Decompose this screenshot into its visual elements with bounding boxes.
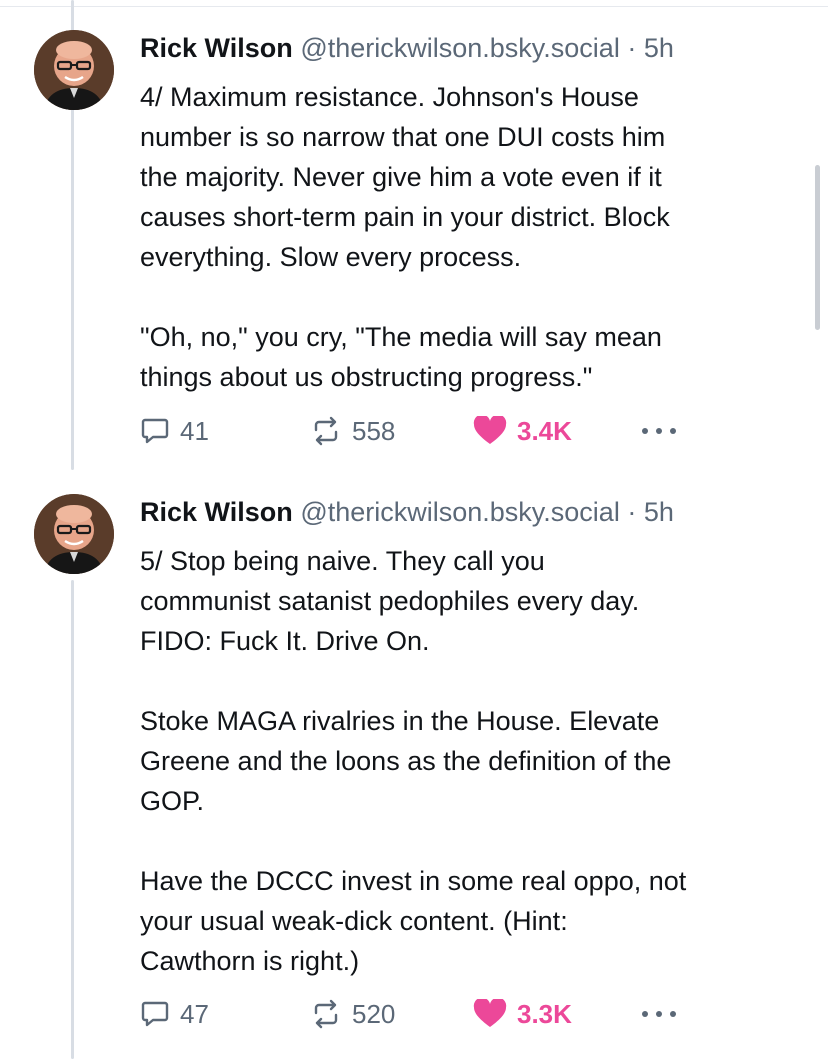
timestamp[interactable]: 5h bbox=[644, 33, 674, 63]
repost-button[interactable]: 520 bbox=[310, 996, 395, 1032]
like-count: 3.4K bbox=[517, 415, 572, 446]
like-count: 3.3K bbox=[517, 998, 572, 1029]
avatar[interactable] bbox=[34, 494, 114, 574]
reply-count: 47 bbox=[180, 998, 209, 1029]
author-handle[interactable]: @therickwilson.bsky.social bbox=[300, 497, 620, 527]
reply-button[interactable]: 41 bbox=[140, 413, 209, 449]
more-button[interactable] bbox=[640, 413, 678, 449]
repost-icon bbox=[314, 416, 338, 446]
post-header: Rick Wilson @therickwilson.bsky.social ·… bbox=[140, 495, 674, 529]
heart-icon bbox=[473, 416, 507, 444]
repost-count: 520 bbox=[352, 998, 396, 1029]
post-header: Rick Wilson @therickwilson.bsky.social ·… bbox=[140, 31, 674, 65]
thread-line bbox=[71, 580, 74, 1059]
scrollbar[interactable] bbox=[815, 165, 820, 330]
repost-icon bbox=[314, 999, 338, 1029]
timestamp[interactable]: 5h bbox=[644, 497, 674, 527]
reply-button[interactable]: 47 bbox=[140, 996, 209, 1032]
author-name[interactable]: Rick Wilson bbox=[140, 497, 293, 527]
repost-button[interactable]: 558 bbox=[310, 413, 395, 449]
author-name[interactable]: Rick Wilson bbox=[140, 33, 293, 63]
more-button[interactable] bbox=[640, 996, 678, 1032]
heart-icon bbox=[473, 999, 507, 1027]
more-icon bbox=[642, 1011, 676, 1017]
comment-icon bbox=[141, 1001, 169, 1027]
reply-count: 41 bbox=[180, 415, 209, 446]
author-handle[interactable]: @therickwilson.bsky.social bbox=[300, 33, 620, 63]
post-text: 4/ Maximum resistance. Johnson's House n… bbox=[140, 82, 670, 392]
like-button[interactable]: 3.4K bbox=[473, 413, 572, 449]
avatar-image bbox=[34, 494, 114, 574]
comment-icon bbox=[141, 418, 169, 444]
post-text: 5/ Stop being naive. They call you commu… bbox=[140, 546, 687, 976]
separator: · bbox=[627, 33, 637, 63]
avatar[interactable] bbox=[34, 30, 114, 110]
separator: · bbox=[627, 497, 637, 527]
repost-count: 558 bbox=[352, 415, 396, 446]
top-divider bbox=[0, 6, 828, 7]
more-icon bbox=[642, 428, 676, 434]
like-button[interactable]: 3.3K bbox=[473, 996, 572, 1032]
avatar-image bbox=[34, 30, 114, 110]
